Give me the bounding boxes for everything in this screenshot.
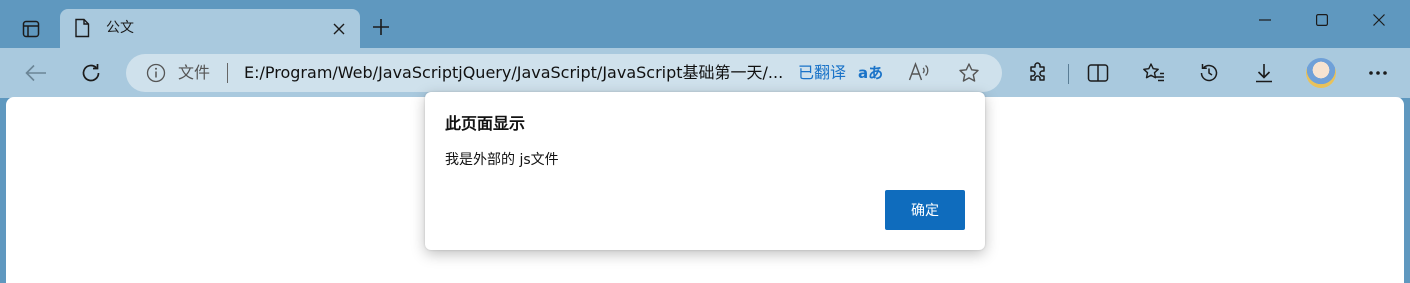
info-icon[interactable] [146, 63, 166, 87]
profile-avatar[interactable] [1306, 58, 1336, 88]
toolbar-divider [1068, 64, 1069, 84]
downloads-icon[interactable] [1246, 55, 1282, 91]
maximize-icon[interactable] [1294, 0, 1350, 40]
translate-icon[interactable]: aあ [858, 61, 883, 85]
scheme-label: 文件 [178, 63, 211, 82]
dialog-message: 我是外部的 js文件 [445, 152, 559, 168]
favorites-icon[interactable] [1136, 55, 1172, 91]
url-text[interactable]: E:/Program/Web/JavaScriptjQuery/JavaScri… [244, 61, 788, 85]
tab-close-icon[interactable] [328, 18, 350, 40]
title-bar: 公文 [0, 0, 1410, 48]
split-screen-icon[interactable] [1080, 55, 1116, 91]
page-icon [74, 18, 90, 42]
refresh-icon[interactable] [73, 55, 109, 91]
toolbar: 文件 E:/Program/Web/JavaScriptjQuery/JavaS… [0, 48, 1410, 98]
tab-title: 公文 [106, 20, 134, 36]
dialog-title: 此页面显示 [445, 114, 526, 133]
add-favorite-icon[interactable] [958, 62, 980, 88]
address-bar[interactable]: 文件 E:/Program/Web/JavaScriptjQuery/JavaS… [126, 54, 1002, 92]
active-tab[interactable]: 公文 [60, 9, 360, 48]
alert-dialog: 此页面显示 我是外部的 js文件 确定 [425, 92, 985, 250]
ok-button[interactable]: 确定 [885, 190, 965, 230]
address-divider [227, 63, 228, 83]
minimize-icon[interactable] [1237, 0, 1293, 40]
window-close-icon[interactable] [1351, 0, 1407, 40]
read-aloud-icon[interactable] [908, 62, 930, 86]
history-icon[interactable] [1191, 55, 1227, 91]
more-icon[interactable] [1360, 55, 1396, 91]
tab-actions-icon[interactable] [12, 12, 50, 46]
extensions-icon[interactable] [1020, 55, 1056, 91]
new-tab-icon[interactable] [366, 12, 396, 42]
back-arrow-icon[interactable] [18, 55, 54, 91]
translated-label[interactable]: 已翻译 [798, 61, 846, 85]
